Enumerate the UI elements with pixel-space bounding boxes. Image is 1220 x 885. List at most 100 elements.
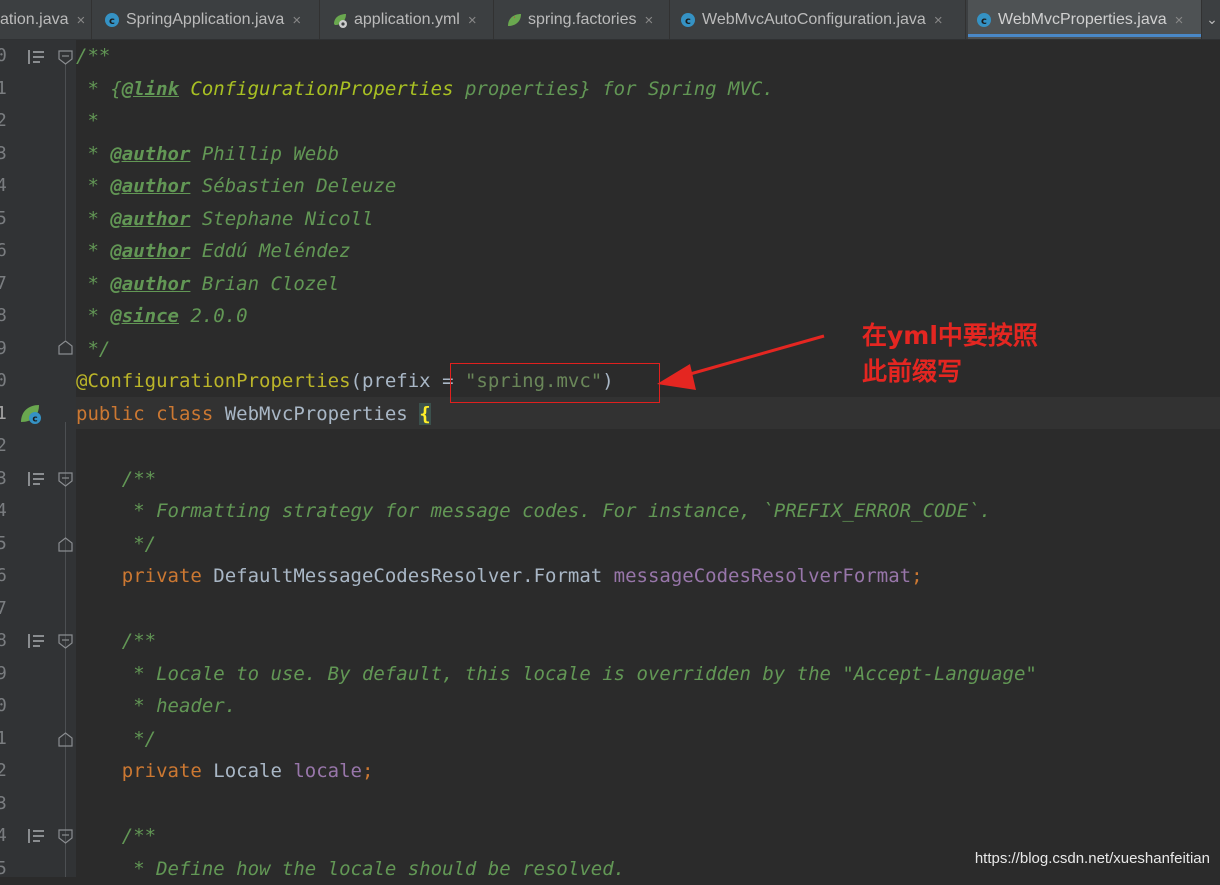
- line-number: 8: [0, 305, 7, 326]
- field-name[interactable]: locale: [293, 760, 362, 782]
- keyword: public class: [76, 403, 225, 425]
- spring-bean-gutter-icon[interactable]: c: [19, 402, 43, 426]
- close-icon[interactable]: ×: [934, 12, 943, 29]
- annotation-note-line: 此前缀写: [862, 357, 963, 386]
- fold-collapse-icon[interactable]: [58, 829, 73, 844]
- fold-collapse-icon[interactable]: [58, 634, 73, 649]
- line-number: 0: [0, 370, 7, 391]
- code-line: * @author Phillip Webb: [76, 138, 339, 170]
- tab-webmvcautoconfiguration-java[interactable]: c WebMvcAutoConfiguration.java ×: [672, 0, 966, 39]
- line-number: 6: [0, 565, 7, 586]
- annotation-note-line: 在yml中要按照: [862, 321, 1038, 350]
- code-line: * @author Eddú Meléndez: [76, 235, 351, 267]
- rendered-doc-icon[interactable]: [27, 49, 45, 65]
- type-name[interactable]: DefaultMessageCodesResolver.Format: [213, 565, 613, 587]
- close-icon[interactable]: ×: [645, 12, 654, 29]
- tab-label: WebMvcAutoConfiguration.java: [702, 11, 926, 28]
- tab-label: ation.java: [0, 11, 69, 28]
- code-line: * Locale to use. By default, this locale…: [76, 658, 1037, 690]
- line-number: 2: [0, 435, 7, 456]
- fold-collapse-icon[interactable]: [58, 50, 73, 65]
- tab-spring-factories[interactable]: spring.factories ×: [496, 0, 670, 39]
- doc-tag: @author: [110, 208, 191, 230]
- close-icon[interactable]: ×: [1175, 12, 1184, 29]
- doc-tag: @since: [110, 305, 179, 327]
- code-line: /**: [76, 463, 156, 495]
- code-line: * @author Brian Clozel: [76, 268, 339, 300]
- code-line: /**: [76, 820, 156, 852]
- doc-comment: /**: [76, 45, 111, 67]
- code-line: public class WebMvcProperties {: [76, 398, 431, 430]
- line-number: 2: [0, 110, 7, 131]
- tab-webmvcproperties-java[interactable]: c WebMvcProperties.java ×: [968, 0, 1202, 39]
- line-number: 9: [0, 663, 7, 684]
- rendered-doc-icon[interactable]: [27, 633, 45, 649]
- code-line: private DefaultMessageCodesResolver.Form…: [76, 560, 923, 592]
- tab-springapplication-java[interactable]: c SpringApplication.java ×: [94, 0, 320, 39]
- editor-tab-bar: ation.java × c SpringApplication.java × …: [0, 0, 1220, 40]
- doc-comment: * Formatting strategy for message codes.…: [76, 500, 992, 522]
- code-line: * Formatting strategy for message codes.…: [76, 495, 991, 527]
- tab-label: spring.factories: [528, 11, 637, 28]
- doc-comment: *: [76, 208, 111, 230]
- line-number: 0: [0, 45, 7, 66]
- code-line: * @author Stephane Nicoll: [76, 203, 373, 235]
- svg-text:c: c: [109, 16, 115, 27]
- line-number: 4: [0, 500, 7, 521]
- doc-tag[interactable]: @link: [122, 78, 179, 100]
- tab-label: application.yml: [354, 11, 460, 28]
- code-editor[interactable]: /** * {@link ConfigurationProperties pro…: [76, 40, 1220, 880]
- line-number: 0: [0, 695, 7, 716]
- doc-comment: Eddú Meléndez: [190, 240, 351, 262]
- code-line: * Define how the locale should be resolv…: [76, 853, 625, 885]
- doc-link-target[interactable]: ConfigurationProperties: [179, 78, 453, 100]
- fold-guide-line: [65, 64, 66, 340]
- annotation-param: (prefix: [350, 370, 443, 392]
- close-icon[interactable]: ×: [292, 12, 301, 29]
- field-name[interactable]: messageCodesResolverFormat: [614, 565, 911, 587]
- doc-comment: * {: [76, 78, 122, 100]
- line-number: 3: [0, 468, 7, 489]
- rendered-doc-icon[interactable]: [27, 471, 45, 487]
- fold-end-icon[interactable]: [58, 537, 73, 552]
- line-number: 7: [0, 598, 7, 619]
- line-number: 3: [0, 143, 7, 164]
- line-number: 5: [0, 858, 7, 879]
- tab-ation-java[interactable]: ation.java ×: [0, 0, 92, 39]
- doc-comment: * Locale to use. By default, this locale…: [76, 663, 1037, 685]
- doc-tag: @author: [110, 240, 191, 262]
- doc-comment: properties} for Spring MVC.: [453, 78, 774, 100]
- fold-collapse-icon[interactable]: [58, 472, 73, 487]
- fold-end-icon[interactable]: [58, 732, 73, 747]
- doc-comment: *: [76, 305, 111, 327]
- close-icon[interactable]: ×: [77, 12, 86, 29]
- annotation-name[interactable]: @ConfigurationProperties: [76, 370, 351, 392]
- line-number: 8: [0, 630, 7, 651]
- svg-text:c: c: [685, 16, 691, 27]
- doc-tag: @author: [110, 273, 191, 295]
- matched-brace: {: [419, 403, 431, 425]
- line-number: 2: [0, 760, 7, 781]
- doc-comment: */: [76, 533, 157, 555]
- rendered-doc-icon[interactable]: [27, 828, 45, 844]
- close-icon[interactable]: ×: [468, 12, 477, 29]
- semicolon: ;: [362, 760, 374, 782]
- type-name[interactable]: Locale: [213, 760, 293, 782]
- annotation-note: 在yml中要按照 此前缀写: [862, 318, 1038, 390]
- doc-comment: Phillip Webb: [190, 143, 340, 165]
- line-number: 7: [0, 273, 7, 294]
- doc-tag: @author: [110, 143, 191, 165]
- editor-gutter: 0 1 2 3 4 5 6 7 8 9 0 1 2 3 4 5 6 7 8 9 …: [0, 40, 76, 879]
- watermark: https://blog.csdn.net/xueshanfeitian: [974, 850, 1210, 867]
- class-name[interactable]: WebMvcProperties: [225, 403, 419, 425]
- doc-comment: */: [76, 338, 111, 360]
- fold-guide-line: [65, 422, 66, 877]
- doc-comment: Stephane Nicoll: [190, 208, 374, 230]
- tab-list-chevron-icon[interactable]: ⌄: [1204, 0, 1220, 39]
- fold-end-icon[interactable]: [58, 340, 73, 355]
- code-line: *: [76, 105, 98, 137]
- doc-comment: *: [76, 175, 111, 197]
- java-class-icon: c: [105, 13, 119, 27]
- tab-application-yml[interactable]: application.yml ×: [322, 0, 494, 39]
- code-line: private Locale locale;: [76, 755, 374, 787]
